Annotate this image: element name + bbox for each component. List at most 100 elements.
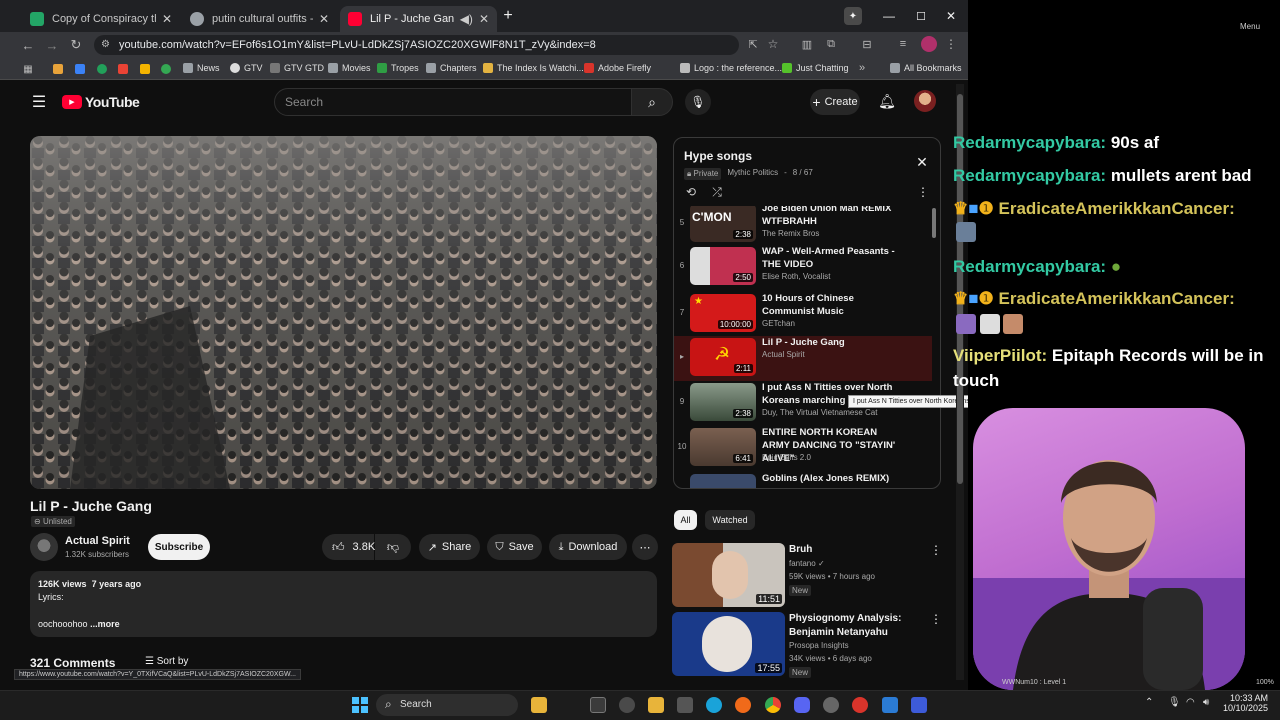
all-bookmarks[interactable]: All Bookmarks [890, 63, 962, 73]
account-avatar[interactable] [914, 90, 936, 112]
reload-icon[interactable]: ↻ [68, 37, 84, 53]
close-playlist-icon[interactable]: ✕ [914, 154, 930, 170]
file-explorer-icon[interactable] [531, 697, 547, 713]
media-controls-icon[interactable]: ≡ [896, 37, 910, 51]
app-icon[interactable] [911, 697, 927, 713]
bookmark-star-icon[interactable]: ☆ [766, 36, 780, 52]
more-bookmarks-icon[interactable]: » [859, 62, 865, 74]
youtube-logo[interactable]: ▶ YouTube [62, 94, 140, 110]
video-player[interactable] [30, 136, 657, 489]
gmail-icon[interactable] [118, 64, 128, 74]
bookmark-icon[interactable] [161, 64, 171, 74]
loop-icon[interactable]: ⟲ [684, 185, 698, 199]
tab-search-icon[interactable]: ✦ [844, 7, 862, 25]
vscode-icon[interactable] [882, 697, 898, 713]
profile-avatar-icon[interactable] [921, 36, 937, 52]
playlist-item-current[interactable]: ▸ ☭ 2:11 Lil P - Juche Gang Actual Spirit [674, 336, 932, 381]
channel-avatar[interactable] [30, 533, 58, 561]
voice-search-icon[interactable]: 🎙 [685, 89, 711, 115]
cast-icon[interactable]: ⇱ [746, 37, 760, 51]
playlist-owner[interactable]: Mythic Politics [727, 168, 778, 180]
windows-start-icon[interactable] [352, 697, 368, 713]
apps-grid-icon[interactable]: ▦ [22, 63, 34, 75]
tray-chevron-icon[interactable]: ⌃ [1145, 697, 1153, 708]
close-tab-icon[interactable]: ✕ [319, 12, 329, 26]
extensions-puzzle-icon[interactable]: ⧉ [824, 37, 838, 51]
search-input[interactable]: Search [274, 88, 632, 116]
playlist-item[interactable]: 10 6:41 ENTIRE NORTH KOREAN ARMY DANCING… [674, 426, 932, 471]
app-icon[interactable] [619, 697, 635, 713]
sidebar-icon[interactable]: ⊟ [860, 37, 874, 51]
bookmark-the-index[interactable]: The Index Is Watchi... [483, 63, 584, 73]
address-bar[interactable]: ⚙ youtube.com/watch?v=EFof6s1O1mY&list=P… [94, 35, 739, 55]
drag-handle[interactable]: 9 [677, 397, 687, 406]
app-icon[interactable] [677, 697, 693, 713]
create-button[interactable]: + Create [810, 89, 860, 115]
speaker-icon[interactable]: ◀) [460, 12, 473, 26]
like-button[interactable]: 👍︎ 3.8K [322, 534, 375, 560]
bookmark-gtv-gtd[interactable]: GTV GTD [270, 63, 324, 73]
chip-watched[interactable]: Watched [705, 510, 755, 530]
extension-icon[interactable]: ▥ [800, 37, 814, 51]
clock[interactable]: 10:33 AM 10/10/2025 [1222, 693, 1268, 713]
browser-tab-2[interactable]: putin cultural outfits - Google S ✕ [182, 6, 337, 32]
maximize-icon[interactable]: ☐ [912, 8, 930, 24]
wifi-icon[interactable]: ◠ [1186, 697, 1195, 708]
more-link[interactable]: ...more [90, 619, 120, 629]
discord-icon[interactable] [794, 697, 810, 713]
bookmark-logo-reference[interactable]: Logo : the reference... [680, 63, 782, 73]
site-info-icon[interactable]: ⚙ [101, 39, 110, 50]
edge-icon[interactable] [706, 697, 722, 713]
bookmark-icon[interactable] [140, 64, 150, 74]
bookmark-icon[interactable] [97, 64, 107, 74]
chip-all[interactable]: All [674, 510, 697, 530]
microphone-icon[interactable]: 🎙︎ [1168, 697, 1181, 708]
browser-tab-1[interactable]: Copy of Conspiracy theory / tro ✕ [22, 6, 180, 32]
new-tab-icon[interactable]: + [500, 7, 516, 24]
save-button[interactable]: ⛉ Save [487, 534, 542, 560]
search-button[interactable]: ⌕ [631, 88, 673, 116]
channel-name[interactable]: Actual Spirit [65, 535, 130, 547]
bookmark-icon[interactable] [75, 64, 85, 74]
notifications-bell-icon[interactable]: 🔔︎ [878, 92, 896, 110]
app-icon[interactable] [852, 697, 868, 713]
overlay-menu-label[interactable]: Menu [1240, 22, 1260, 31]
volume-icon[interactable]: 🔊︎ [1203, 697, 1209, 708]
playlist-item[interactable]: 5 C'MON 2:38 Joe Biden Union Man REMIX WT… [674, 206, 932, 247]
chrome-icon[interactable] [765, 697, 781, 713]
shuffle-icon[interactable]: ⤮ [710, 185, 724, 199]
bookmark-tropes[interactable]: Tropes [377, 63, 419, 73]
app-icon[interactable] [590, 697, 606, 713]
share-button[interactable]: ↗ Share [419, 534, 480, 560]
close-tab-icon[interactable]: ✕ [162, 12, 172, 26]
forward-arrow-icon[interactable]: → [44, 37, 60, 53]
taskbar-search[interactable]: ⌕ Search [376, 694, 518, 716]
playlist-item[interactable]: 7 ★ 10:00:00 10 Hours of Chinese Communis… [674, 292, 932, 337]
recommended-video[interactable]: 17:55 Physiognomy Analysis: Benjamin Net… [672, 612, 947, 692]
hamburger-menu-icon[interactable]: ☰ [30, 93, 48, 111]
browser-tab-3-active[interactable]: Lil P - Juche Gang - YouTub ◀) ✕ [340, 6, 497, 32]
app-icon[interactable] [648, 697, 664, 713]
recommended-video[interactable]: 11:51 Bruh fantano ✓ 59K views • 7 hours… [672, 543, 947, 623]
bookmark-just-chatting[interactable]: Just Chatting [782, 63, 849, 73]
download-button[interactable]: ⤓ Download [549, 534, 627, 560]
bookmark-gtv[interactable]: GTV [230, 63, 263, 73]
firefox-icon[interactable] [735, 697, 751, 713]
playlist-title[interactable]: Hype songs [684, 149, 752, 163]
video-menu-icon[interactable]: ⋮ [930, 543, 942, 557]
dislike-button[interactable]: 👎︎ [375, 534, 411, 560]
bookmark-adobe-firefly[interactable]: Adobe Firefly [584, 63, 651, 73]
bookmark-chapters[interactable]: Chapters [426, 63, 477, 73]
browser-menu-icon[interactable]: ⋮ [944, 36, 958, 52]
subscribe-button[interactable]: Subscribe [148, 534, 210, 560]
sort-by-button[interactable]: ☰ Sort by [145, 656, 188, 667]
obs-icon[interactable] [823, 697, 839, 713]
playlist-more-icon[interactable]: ⋮ [916, 185, 930, 199]
more-actions-button[interactable]: ⋯ [632, 534, 658, 560]
minimize-icon[interactable]: — [880, 8, 898, 24]
back-arrow-icon[interactable]: ← [20, 37, 36, 53]
playlist-item[interactable]: Goblins (Alex Jones REMIX) [674, 472, 932, 488]
playlist-scrollbar[interactable] [932, 208, 936, 238]
playlist-item[interactable]: 6 2:50 WAP - Well-Armed Peasants - THE V… [674, 245, 932, 290]
bookmark-movies[interactable]: Movies [328, 63, 371, 73]
